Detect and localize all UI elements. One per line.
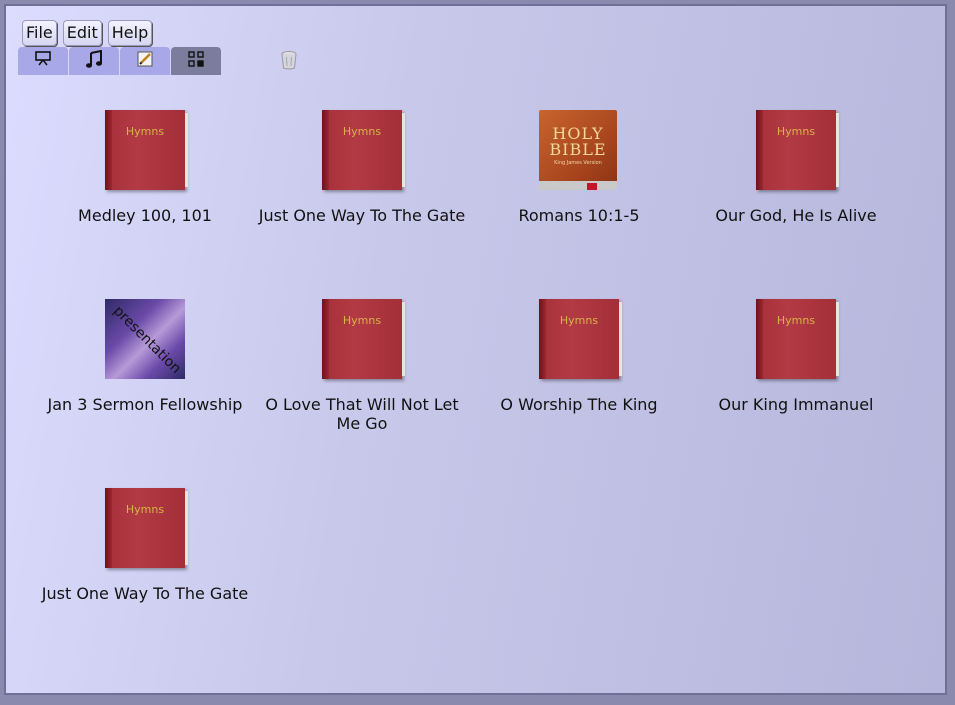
- item-label: Just One Way To The Gate: [41, 584, 249, 603]
- main-window: File Edit Help Hymns Medley 100, 101 Hym…: [4, 4, 947, 695]
- presentation-cover-text: presentation: [110, 303, 184, 377]
- item-label: O Worship The King: [500, 395, 658, 414]
- item-label: Our King Immanuel: [718, 395, 874, 414]
- library-grid: Hymns Medley 100, 101 Hymns Just One Way…: [6, 6, 945, 693]
- item-label: Our God, He Is Alive: [715, 206, 877, 225]
- library-item[interactable]: Hymns O Love That Will Not Let Me Go: [257, 299, 467, 433]
- hymns-cover-title: Hymns: [776, 125, 816, 138]
- hymns-cover-title: Hymns: [342, 125, 382, 138]
- item-label: Jan 3 Sermon Fellowship: [47, 395, 243, 414]
- item-label: Romans 10:1-5: [518, 206, 640, 225]
- hymn-book-thumbnail: Hymns: [105, 110, 188, 190]
- library-item[interactable]: Hymns Our God, He Is Alive: [691, 110, 901, 225]
- hymn-book-thumbnail: Hymns: [322, 299, 405, 379]
- library-item[interactable]: Hymns Medley 100, 101: [40, 110, 250, 225]
- item-label: Just One Way To The Gate: [258, 206, 466, 225]
- hymns-cover-title: Hymns: [559, 314, 599, 327]
- hymns-cover-title: Hymns: [125, 125, 165, 138]
- hymns-cover-title: Hymns: [776, 314, 816, 327]
- hymn-book-thumbnail: Hymns: [539, 299, 622, 379]
- library-item[interactable]: Hymns Just One Way To The Gate: [40, 488, 250, 603]
- item-label: Medley 100, 101: [78, 206, 212, 225]
- bible-cover-sub: King James Version: [554, 160, 602, 166]
- library-item[interactable]: HOLY BIBLE King James Version Romans 10:…: [474, 110, 684, 225]
- library-item[interactable]: Hymns Just One Way To The Gate: [257, 110, 467, 225]
- hymn-book-thumbnail: Hymns: [322, 110, 405, 190]
- bible-cover-line2: BIBLE: [549, 140, 607, 159]
- library-item[interactable]: Hymns Our King Immanuel: [691, 299, 901, 414]
- hymn-book-thumbnail: Hymns: [756, 110, 839, 190]
- hymn-book-thumbnail: Hymns: [756, 299, 839, 379]
- item-label: O Love That Will Not Let Me Go: [265, 395, 459, 433]
- library-item[interactable]: Hymns O Worship The King: [474, 299, 684, 414]
- hymn-book-thumbnail: Hymns: [105, 488, 188, 568]
- hymns-cover-title: Hymns: [342, 314, 382, 327]
- presentation-thumbnail: presentation: [105, 299, 185, 379]
- bible-thumbnail: HOLY BIBLE King James Version: [539, 110, 619, 190]
- hymns-cover-title: Hymns: [125, 503, 165, 516]
- library-item[interactable]: presentation Jan 3 Sermon Fellowship: [40, 299, 250, 414]
